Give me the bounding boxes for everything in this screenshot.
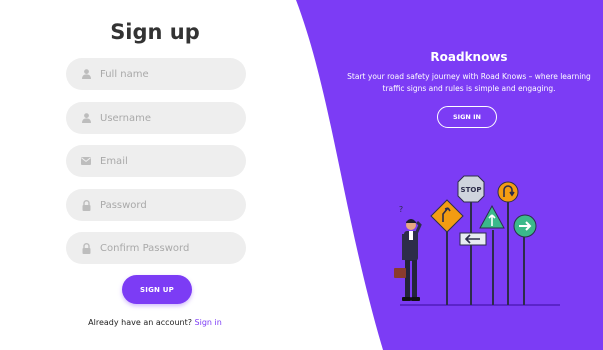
u-turn-sign <box>497 181 519 203</box>
svg-text:?: ? <box>399 205 403 214</box>
user-icon <box>80 68 92 80</box>
full-name-input[interactable] <box>100 68 240 80</box>
diamond-warning-sign <box>430 199 464 233</box>
password-input[interactable] <box>100 199 240 211</box>
sign-pole <box>507 202 509 305</box>
left-arrow-sign <box>459 232 487 246</box>
password-field[interactable] <box>66 189 246 221</box>
sign-pole <box>446 225 448 305</box>
brand-title: Roadknows <box>430 50 508 64</box>
sign-pole <box>470 200 472 305</box>
right-arrow-sign <box>513 214 537 238</box>
envelope-icon <box>80 155 92 167</box>
full-name-field[interactable] <box>66 58 246 90</box>
stop-sign-text: STOP <box>461 186 482 194</box>
email-field[interactable] <box>66 145 246 177</box>
signin-button[interactable]: SIGN IN <box>437 106 497 128</box>
sign-pole <box>523 232 525 305</box>
signin-prompt: Already have an account? Sign in <box>0 318 310 327</box>
confirm-password-field[interactable] <box>66 232 246 264</box>
triangle-up-arrow-sign <box>479 204 505 229</box>
signup-button[interactable]: SIGN UP <box>122 275 192 304</box>
email-input[interactable] <box>100 155 240 167</box>
confirm-password-input[interactable] <box>100 242 240 254</box>
sign-pole <box>492 230 494 305</box>
account-prompt-text: Already have an account? <box>88 318 192 327</box>
username-field[interactable] <box>66 102 246 134</box>
hero-description: Start your road safety journey with Road… <box>347 72 591 93</box>
username-input[interactable] <box>100 112 240 124</box>
signup-form: Sign up SIGN UP Already have an account? <box>0 0 310 350</box>
traffic-signs-illustration: STOP ? <box>394 175 560 306</box>
page-title: Sign up <box>110 20 200 44</box>
hero-section: Roadknows Start your road safety journey… <box>340 50 598 95</box>
stop-sign: STOP <box>457 175 485 203</box>
lock-icon <box>80 242 92 254</box>
ground-line <box>400 304 560 306</box>
businessman-figure: ? <box>394 205 422 301</box>
user-icon <box>80 112 92 124</box>
lock-icon <box>80 199 92 211</box>
signin-link[interactable]: Sign in <box>195 318 222 327</box>
